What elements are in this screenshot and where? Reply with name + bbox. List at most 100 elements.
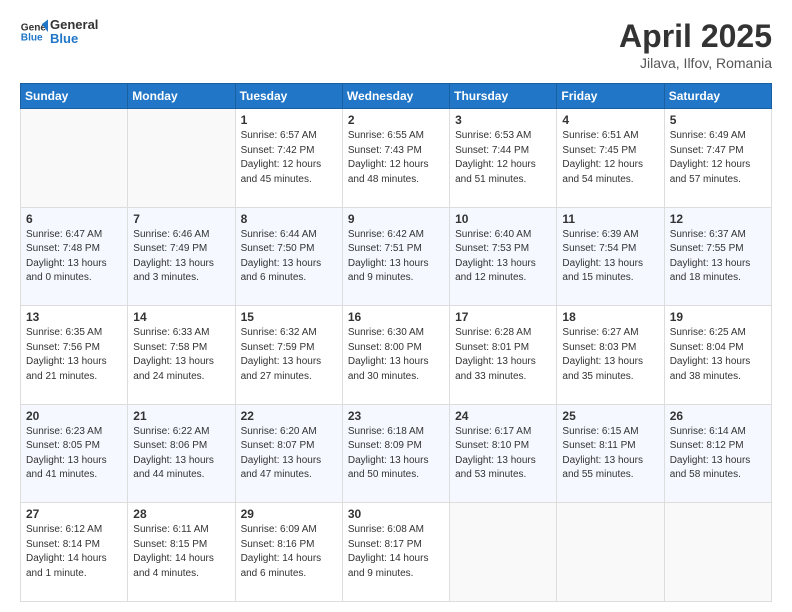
day-info: Sunrise: 6:44 AM Sunset: 7:50 PM Dayligh…	[241, 228, 337, 286]
col-header-tuesday: Tuesday	[235, 84, 342, 109]
header: General Blue General Blue April 2025 Jil…	[20, 18, 772, 71]
day-cell: 28 Sunrise: 6:11 AM Sunset: 8:15 PM Dayli…	[128, 503, 235, 602]
day-cell: 17 Sunrise: 6:28 AM Sunset: 8:01 PM Dayli…	[450, 306, 557, 405]
day-info: Sunrise: 6:15 AM Sunset: 8:11 PM Dayligh…	[562, 425, 658, 483]
day-cell: 20 Sunrise: 6:23 AM Sunset: 8:05 PM Dayli…	[21, 404, 128, 503]
day-info: Sunrise: 6:14 AM Sunset: 8:12 PM Dayligh…	[670, 425, 766, 483]
day-number: 5	[670, 113, 766, 127]
day-number: 16	[348, 310, 444, 324]
col-header-thursday: Thursday	[450, 84, 557, 109]
day-info: Sunrise: 6:09 AM Sunset: 8:16 PM Dayligh…	[241, 523, 337, 581]
logo-general-text: General	[50, 18, 98, 32]
day-info: Sunrise: 6:23 AM Sunset: 8:05 PM Dayligh…	[26, 425, 122, 483]
logo-blue-text: Blue	[50, 32, 98, 46]
day-number: 28	[133, 507, 229, 521]
day-info: Sunrise: 6:17 AM Sunset: 8:10 PM Dayligh…	[455, 425, 551, 483]
day-number: 11	[562, 212, 658, 226]
day-info: Sunrise: 6:57 AM Sunset: 7:42 PM Dayligh…	[241, 129, 337, 187]
day-number: 25	[562, 409, 658, 423]
day-number: 27	[26, 507, 122, 521]
day-cell: 21 Sunrise: 6:22 AM Sunset: 8:06 PM Dayli…	[128, 404, 235, 503]
day-cell: 18Sunrise: 6:27 AM Sunset: 8:03 PM Dayli…	[557, 306, 664, 405]
day-info: Sunrise: 6:46 AM Sunset: 7:49 PM Dayligh…	[133, 228, 229, 286]
day-cell: 3Sunrise: 6:53 AM Sunset: 7:44 PM Daylig…	[450, 109, 557, 208]
week-row-4: 20 Sunrise: 6:23 AM Sunset: 8:05 PM Dayli…	[21, 404, 772, 503]
day-number: 6	[26, 212, 122, 226]
day-info: Sunrise: 6:11 AM Sunset: 8:15 PM Dayligh…	[133, 523, 229, 581]
day-cell: 2 Sunrise: 6:55 AM Sunset: 7:43 PM Daylig…	[342, 109, 449, 208]
logo: General Blue General Blue	[20, 18, 98, 47]
col-header-sunday: Sunday	[21, 84, 128, 109]
day-info: Sunrise: 6:12 AM Sunset: 8:14 PM Dayligh…	[26, 523, 122, 581]
day-number: 20	[26, 409, 122, 423]
day-cell	[128, 109, 235, 208]
day-cell: 5 Sunrise: 6:49 AM Sunset: 7:47 PM Daylig…	[664, 109, 771, 208]
day-number: 21	[133, 409, 229, 423]
day-info: Sunrise: 6:37 AM Sunset: 7:55 PM Dayligh…	[670, 228, 766, 286]
day-info: Sunrise: 6:08 AM Sunset: 8:17 PM Dayligh…	[348, 523, 444, 581]
day-info: Sunrise: 6:42 AM Sunset: 7:51 PM Dayligh…	[348, 228, 444, 286]
day-info: Sunrise: 6:49 AM Sunset: 7:47 PM Dayligh…	[670, 129, 766, 187]
day-info: Sunrise: 6:25 AM Sunset: 8:04 PM Dayligh…	[670, 326, 766, 384]
day-info: Sunrise: 6:40 AM Sunset: 7:53 PM Dayligh…	[455, 228, 551, 286]
day-number: 12	[670, 212, 766, 226]
day-cell: 29Sunrise: 6:09 AM Sunset: 8:16 PM Dayli…	[235, 503, 342, 602]
day-number: 3	[455, 113, 551, 127]
day-cell: 19Sunrise: 6:25 AM Sunset: 8:04 PM Dayli…	[664, 306, 771, 405]
day-cell: 7 Sunrise: 6:46 AM Sunset: 7:49 PM Daylig…	[128, 207, 235, 306]
day-cell: 11 Sunrise: 6:39 AM Sunset: 7:54 PM Dayli…	[557, 207, 664, 306]
day-info: Sunrise: 6:18 AM Sunset: 8:09 PM Dayligh…	[348, 425, 444, 483]
day-cell: 24Sunrise: 6:17 AM Sunset: 8:10 PM Dayli…	[450, 404, 557, 503]
day-number: 8	[241, 212, 337, 226]
day-number: 15	[241, 310, 337, 324]
day-number: 4	[562, 113, 658, 127]
day-info: Sunrise: 6:30 AM Sunset: 8:00 PM Dayligh…	[348, 326, 444, 384]
day-cell: 13Sunrise: 6:35 AM Sunset: 7:56 PM Dayli…	[21, 306, 128, 405]
col-header-saturday: Saturday	[664, 84, 771, 109]
day-cell	[664, 503, 771, 602]
page: General Blue General Blue April 2025 Jil…	[0, 0, 792, 612]
day-cell: 23 Sunrise: 6:18 AM Sunset: 8:09 PM Dayli…	[342, 404, 449, 503]
day-info: Sunrise: 6:39 AM Sunset: 7:54 PM Dayligh…	[562, 228, 658, 286]
day-number: 14	[133, 310, 229, 324]
day-info: Sunrise: 6:47 AM Sunset: 7:48 PM Dayligh…	[26, 228, 122, 286]
col-header-friday: Friday	[557, 84, 664, 109]
day-info: Sunrise: 6:55 AM Sunset: 7:43 PM Dayligh…	[348, 129, 444, 187]
week-row-1: 1 Sunrise: 6:57 AM Sunset: 7:42 PM Daylig…	[21, 109, 772, 208]
day-number: 30	[348, 507, 444, 521]
day-number: 1	[241, 113, 337, 127]
day-cell: 30 Sunrise: 6:08 AM Sunset: 8:17 PM Dayli…	[342, 503, 449, 602]
day-cell	[557, 503, 664, 602]
day-cell: 16 Sunrise: 6:30 AM Sunset: 8:00 PM Dayli…	[342, 306, 449, 405]
day-cell: 12 Sunrise: 6:37 AM Sunset: 7:55 PM Dayli…	[664, 207, 771, 306]
day-cell: 14Sunrise: 6:33 AM Sunset: 7:58 PM Dayli…	[128, 306, 235, 405]
day-info: Sunrise: 6:51 AM Sunset: 7:45 PM Dayligh…	[562, 129, 658, 187]
day-info: Sunrise: 6:20 AM Sunset: 8:07 PM Dayligh…	[241, 425, 337, 483]
week-row-3: 13Sunrise: 6:35 AM Sunset: 7:56 PM Dayli…	[21, 306, 772, 405]
day-info: Sunrise: 6:32 AM Sunset: 7:59 PM Dayligh…	[241, 326, 337, 384]
day-info: Sunrise: 6:28 AM Sunset: 8:01 PM Dayligh…	[455, 326, 551, 384]
main-title: April 2025	[619, 18, 772, 55]
day-number: 22	[241, 409, 337, 423]
day-info: Sunrise: 6:35 AM Sunset: 7:56 PM Dayligh…	[26, 326, 122, 384]
day-number: 2	[348, 113, 444, 127]
day-info: Sunrise: 6:27 AM Sunset: 8:03 PM Dayligh…	[562, 326, 658, 384]
day-number: 17	[455, 310, 551, 324]
calendar-table: SundayMondayTuesdayWednesdayThursdayFrid…	[20, 83, 772, 602]
title-block: April 2025 Jilava, Ilfov, Romania	[619, 18, 772, 71]
day-info: Sunrise: 6:22 AM Sunset: 8:06 PM Dayligh…	[133, 425, 229, 483]
day-cell: 27 Sunrise: 6:12 AM Sunset: 8:14 PM Dayli…	[21, 503, 128, 602]
day-number: 7	[133, 212, 229, 226]
day-number: 23	[348, 409, 444, 423]
day-cell: 4 Sunrise: 6:51 AM Sunset: 7:45 PM Daylig…	[557, 109, 664, 208]
day-cell	[21, 109, 128, 208]
col-header-monday: Monday	[128, 84, 235, 109]
day-cell	[450, 503, 557, 602]
header-row: SundayMondayTuesdayWednesdayThursdayFrid…	[21, 84, 772, 109]
day-cell: 25 Sunrise: 6:15 AM Sunset: 8:11 PM Dayli…	[557, 404, 664, 503]
day-cell: 8 Sunrise: 6:44 AM Sunset: 7:50 PM Daylig…	[235, 207, 342, 306]
day-cell: 26Sunrise: 6:14 AM Sunset: 8:12 PM Dayli…	[664, 404, 771, 503]
subtitle: Jilava, Ilfov, Romania	[619, 55, 772, 71]
day-cell: 22 Sunrise: 6:20 AM Sunset: 8:07 PM Dayli…	[235, 404, 342, 503]
day-cell: 15 Sunrise: 6:32 AM Sunset: 7:59 PM Dayli…	[235, 306, 342, 405]
